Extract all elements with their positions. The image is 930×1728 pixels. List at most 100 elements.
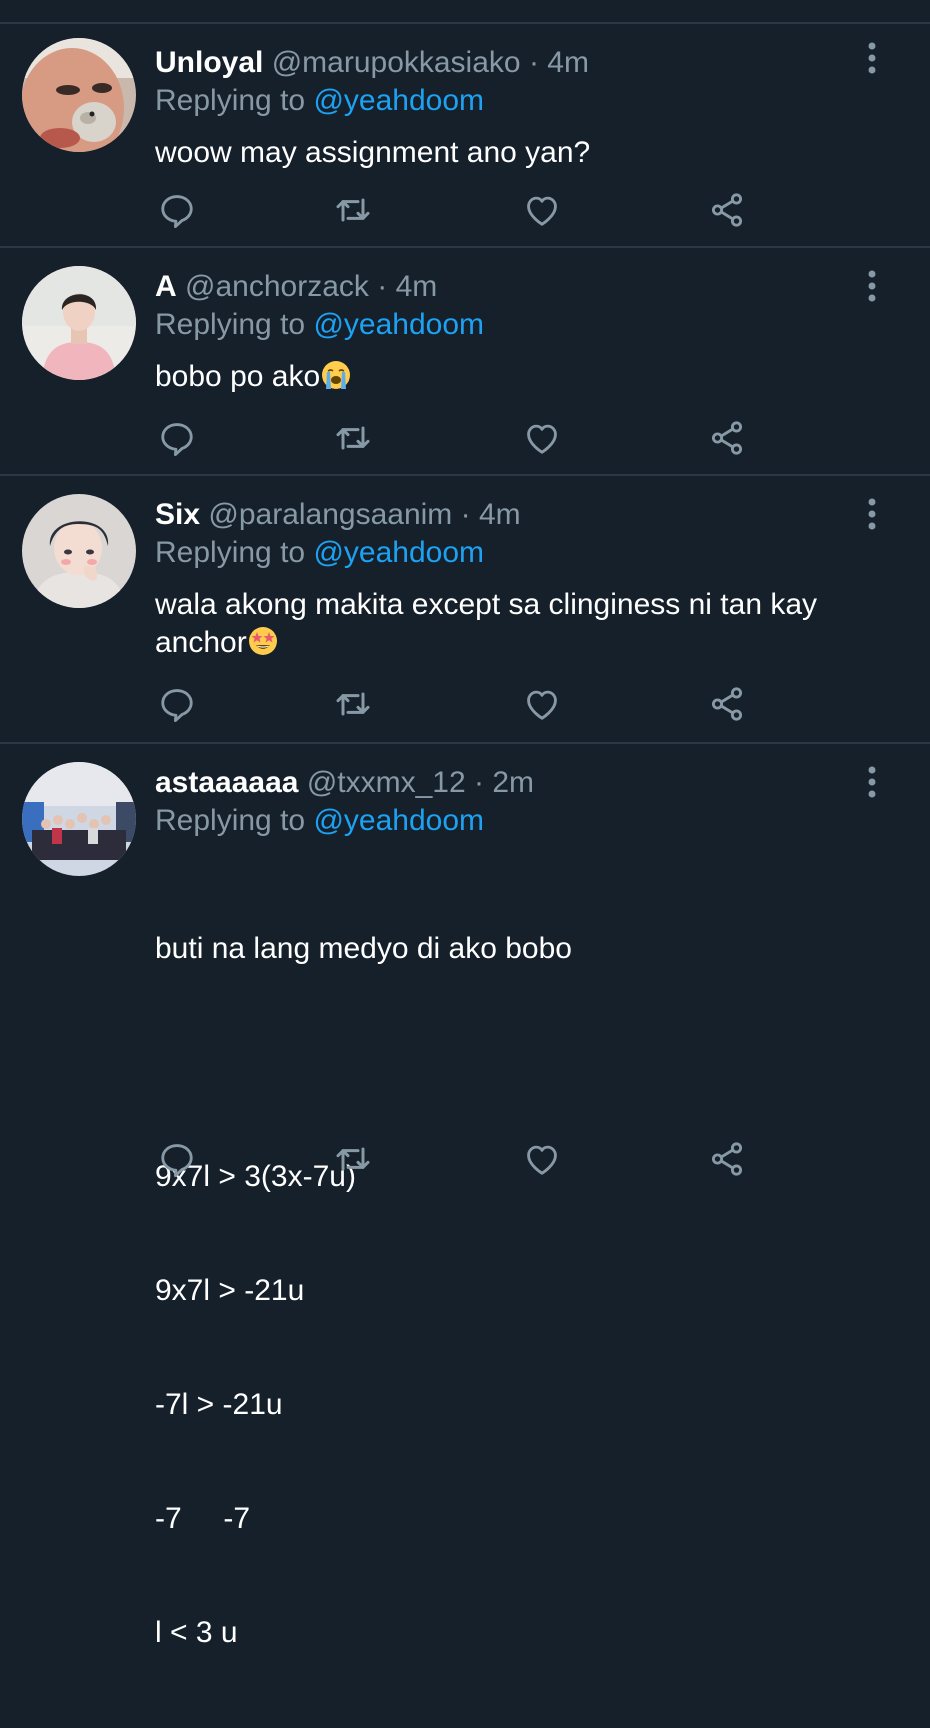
- avatar[interactable]: [22, 38, 136, 152]
- reply-icon: [161, 423, 193, 457]
- tweet-header: Unloyal @marupokkasiako · 4m: [155, 44, 860, 82]
- avatar[interactable]: [22, 266, 136, 380]
- like-icon: [527, 196, 557, 226]
- reply-button[interactable]: [155, 416, 199, 460]
- tweet-content: Six @paralangsaanim · 4m Replying to @ye…: [155, 496, 860, 662]
- display-name[interactable]: astaaaaaa: [155, 766, 298, 799]
- replying-to-handle-link[interactable]: @yeahdoom: [313, 84, 484, 117]
- tweet-content: Unloyal @marupokkasiako · 4m Replying to…: [155, 44, 860, 172]
- tweet-actions: [155, 682, 755, 726]
- tweet-text: woow may assignment ano yan?: [155, 134, 860, 172]
- user-handle[interactable]: @paralangsaanim: [208, 498, 452, 531]
- display-name[interactable]: Six: [155, 498, 200, 531]
- tweet-header: astaaaaaa @txxmx_12 · 2m: [155, 764, 860, 802]
- tweet-actions: [155, 1137, 755, 1181]
- tweet-actions: [155, 188, 755, 232]
- reply-button[interactable]: [155, 188, 199, 232]
- reply-icon: [161, 689, 193, 723]
- like-button[interactable]: [520, 416, 564, 460]
- share-button[interactable]: [705, 188, 749, 232]
- like-button[interactable]: [520, 682, 564, 726]
- share-icon: [711, 421, 743, 455]
- retweet-button[interactable]: [331, 1137, 375, 1181]
- separator-dot: ·: [460, 498, 471, 531]
- like-icon: [527, 1145, 557, 1175]
- share-button[interactable]: [705, 682, 749, 726]
- retweet-button[interactable]: [331, 682, 375, 726]
- tweet-content: astaaaaaa @txxmx_12 · 2m Replying to @ye…: [155, 764, 860, 1728]
- share-button[interactable]: [705, 1137, 749, 1181]
- tweet-text-line: woow may assignment ano yan?: [155, 136, 591, 169]
- reply-icon: [161, 1144, 193, 1178]
- tweet-text-line: l < 3 u: [155, 1616, 238, 1649]
- tweet-header: Six @paralangsaanim · 4m: [155, 496, 860, 534]
- user-handle[interactable]: @marupokkasiako: [272, 46, 521, 79]
- replying-to-label: Replying to: [155, 804, 306, 837]
- tweet-text-line: bobo po ako: [155, 358, 860, 396]
- share-icon: [711, 687, 743, 721]
- retweet-icon: [336, 426, 370, 450]
- reply-button[interactable]: [155, 1137, 199, 1181]
- like-button[interactable]: [520, 188, 564, 232]
- share-icon: [711, 193, 743, 227]
- replying-to-handle-link[interactable]: @yeahdoom: [313, 536, 484, 569]
- tweet-text: wala akong makita except sa clinginess n…: [155, 586, 860, 662]
- replying-to-line: Replying to @yeahdoom: [155, 306, 860, 344]
- tweet-item[interactable]: Unloyal @marupokkasiako · 4m Replying to…: [0, 24, 930, 248]
- star-struck-face-icon: [248, 627, 277, 655]
- replying-to-label: Replying to: [155, 308, 306, 341]
- timestamp[interactable]: 4m: [396, 270, 438, 303]
- retweet-button[interactable]: [331, 188, 375, 232]
- replying-to-handle-link[interactable]: @yeahdoom: [313, 308, 484, 341]
- like-icon: [527, 690, 557, 720]
- replying-to-handle-link[interactable]: @yeahdoom: [313, 804, 484, 837]
- more-options-icon[interactable]: [854, 38, 890, 78]
- avatar[interactable]: [22, 494, 136, 608]
- retweet-button[interactable]: [331, 416, 375, 460]
- tweet-item[interactable]: A @anchorzack · 4m Replying to @yeahdoom…: [0, 248, 930, 476]
- reply-icon: [161, 195, 193, 229]
- tweet-text-segment: bobo po ako: [155, 360, 321, 393]
- more-options-icon[interactable]: [854, 762, 890, 802]
- avatar-photo-pink-sweater: [22, 266, 136, 380]
- tweet-item[interactable]: Six @paralangsaanim · 4m Replying to @ye…: [0, 476, 930, 744]
- like-icon: [527, 424, 557, 454]
- avatar-photo-group-stage: [22, 762, 136, 876]
- loudly-crying-face-icon: [322, 361, 351, 389]
- tweet-text-line: -7 -7: [155, 1502, 251, 1535]
- replying-to-label: Replying to: [155, 84, 306, 117]
- tweet-text-line: wala akong makita except sa clinginess n…: [155, 588, 818, 621]
- like-button[interactable]: [520, 1137, 564, 1181]
- separator-dot: ·: [528, 46, 539, 79]
- tweet-text-segment: anchor: [155, 626, 247, 659]
- tweet-text-line: anchor: [155, 624, 860, 662]
- tweet-text: buti na lang medyo di ako bobo 9x7l > 3(…: [155, 854, 860, 1728]
- share-button[interactable]: [705, 416, 749, 460]
- display-name[interactable]: A: [155, 270, 177, 303]
- timestamp[interactable]: 4m: [547, 46, 589, 79]
- avatar[interactable]: [22, 762, 136, 876]
- tweet-text-line: 9x7l > -21u: [155, 1274, 305, 1307]
- replying-to-line: Replying to @yeahdoom: [155, 802, 860, 840]
- retweet-icon: [336, 198, 370, 222]
- tweet-header: A @anchorzack · 4m: [155, 268, 860, 306]
- user-handle[interactable]: @anchorzack: [185, 270, 369, 303]
- tweet-text-line: -7l > -21u: [155, 1388, 283, 1421]
- avatar-photo-woman-hamster: [22, 38, 136, 152]
- replying-to-line: Replying to @yeahdoom: [155, 534, 860, 572]
- more-options-icon[interactable]: [854, 266, 890, 306]
- tweet-item[interactable]: astaaaaaa @txxmx_12 · 2m Replying to @ye…: [0, 744, 930, 1649]
- separator-dot: ·: [474, 766, 484, 799]
- reply-button[interactable]: [155, 682, 199, 726]
- replying-to-label: Replying to: [155, 536, 306, 569]
- more-options-icon[interactable]: [854, 494, 890, 534]
- avatar-illustration-boy: [22, 494, 136, 608]
- user-handle[interactable]: @txxmx_12: [307, 766, 466, 799]
- tweet-text: bobo po ako: [155, 358, 860, 396]
- tweet-text-line: buti na lang medyo di ako bobo: [155, 932, 572, 965]
- display-name[interactable]: Unloyal: [155, 46, 263, 79]
- top-divider: [0, 0, 930, 24]
- share-icon: [711, 1142, 743, 1176]
- timestamp[interactable]: 4m: [479, 498, 521, 531]
- timestamp[interactable]: 2m: [492, 766, 534, 799]
